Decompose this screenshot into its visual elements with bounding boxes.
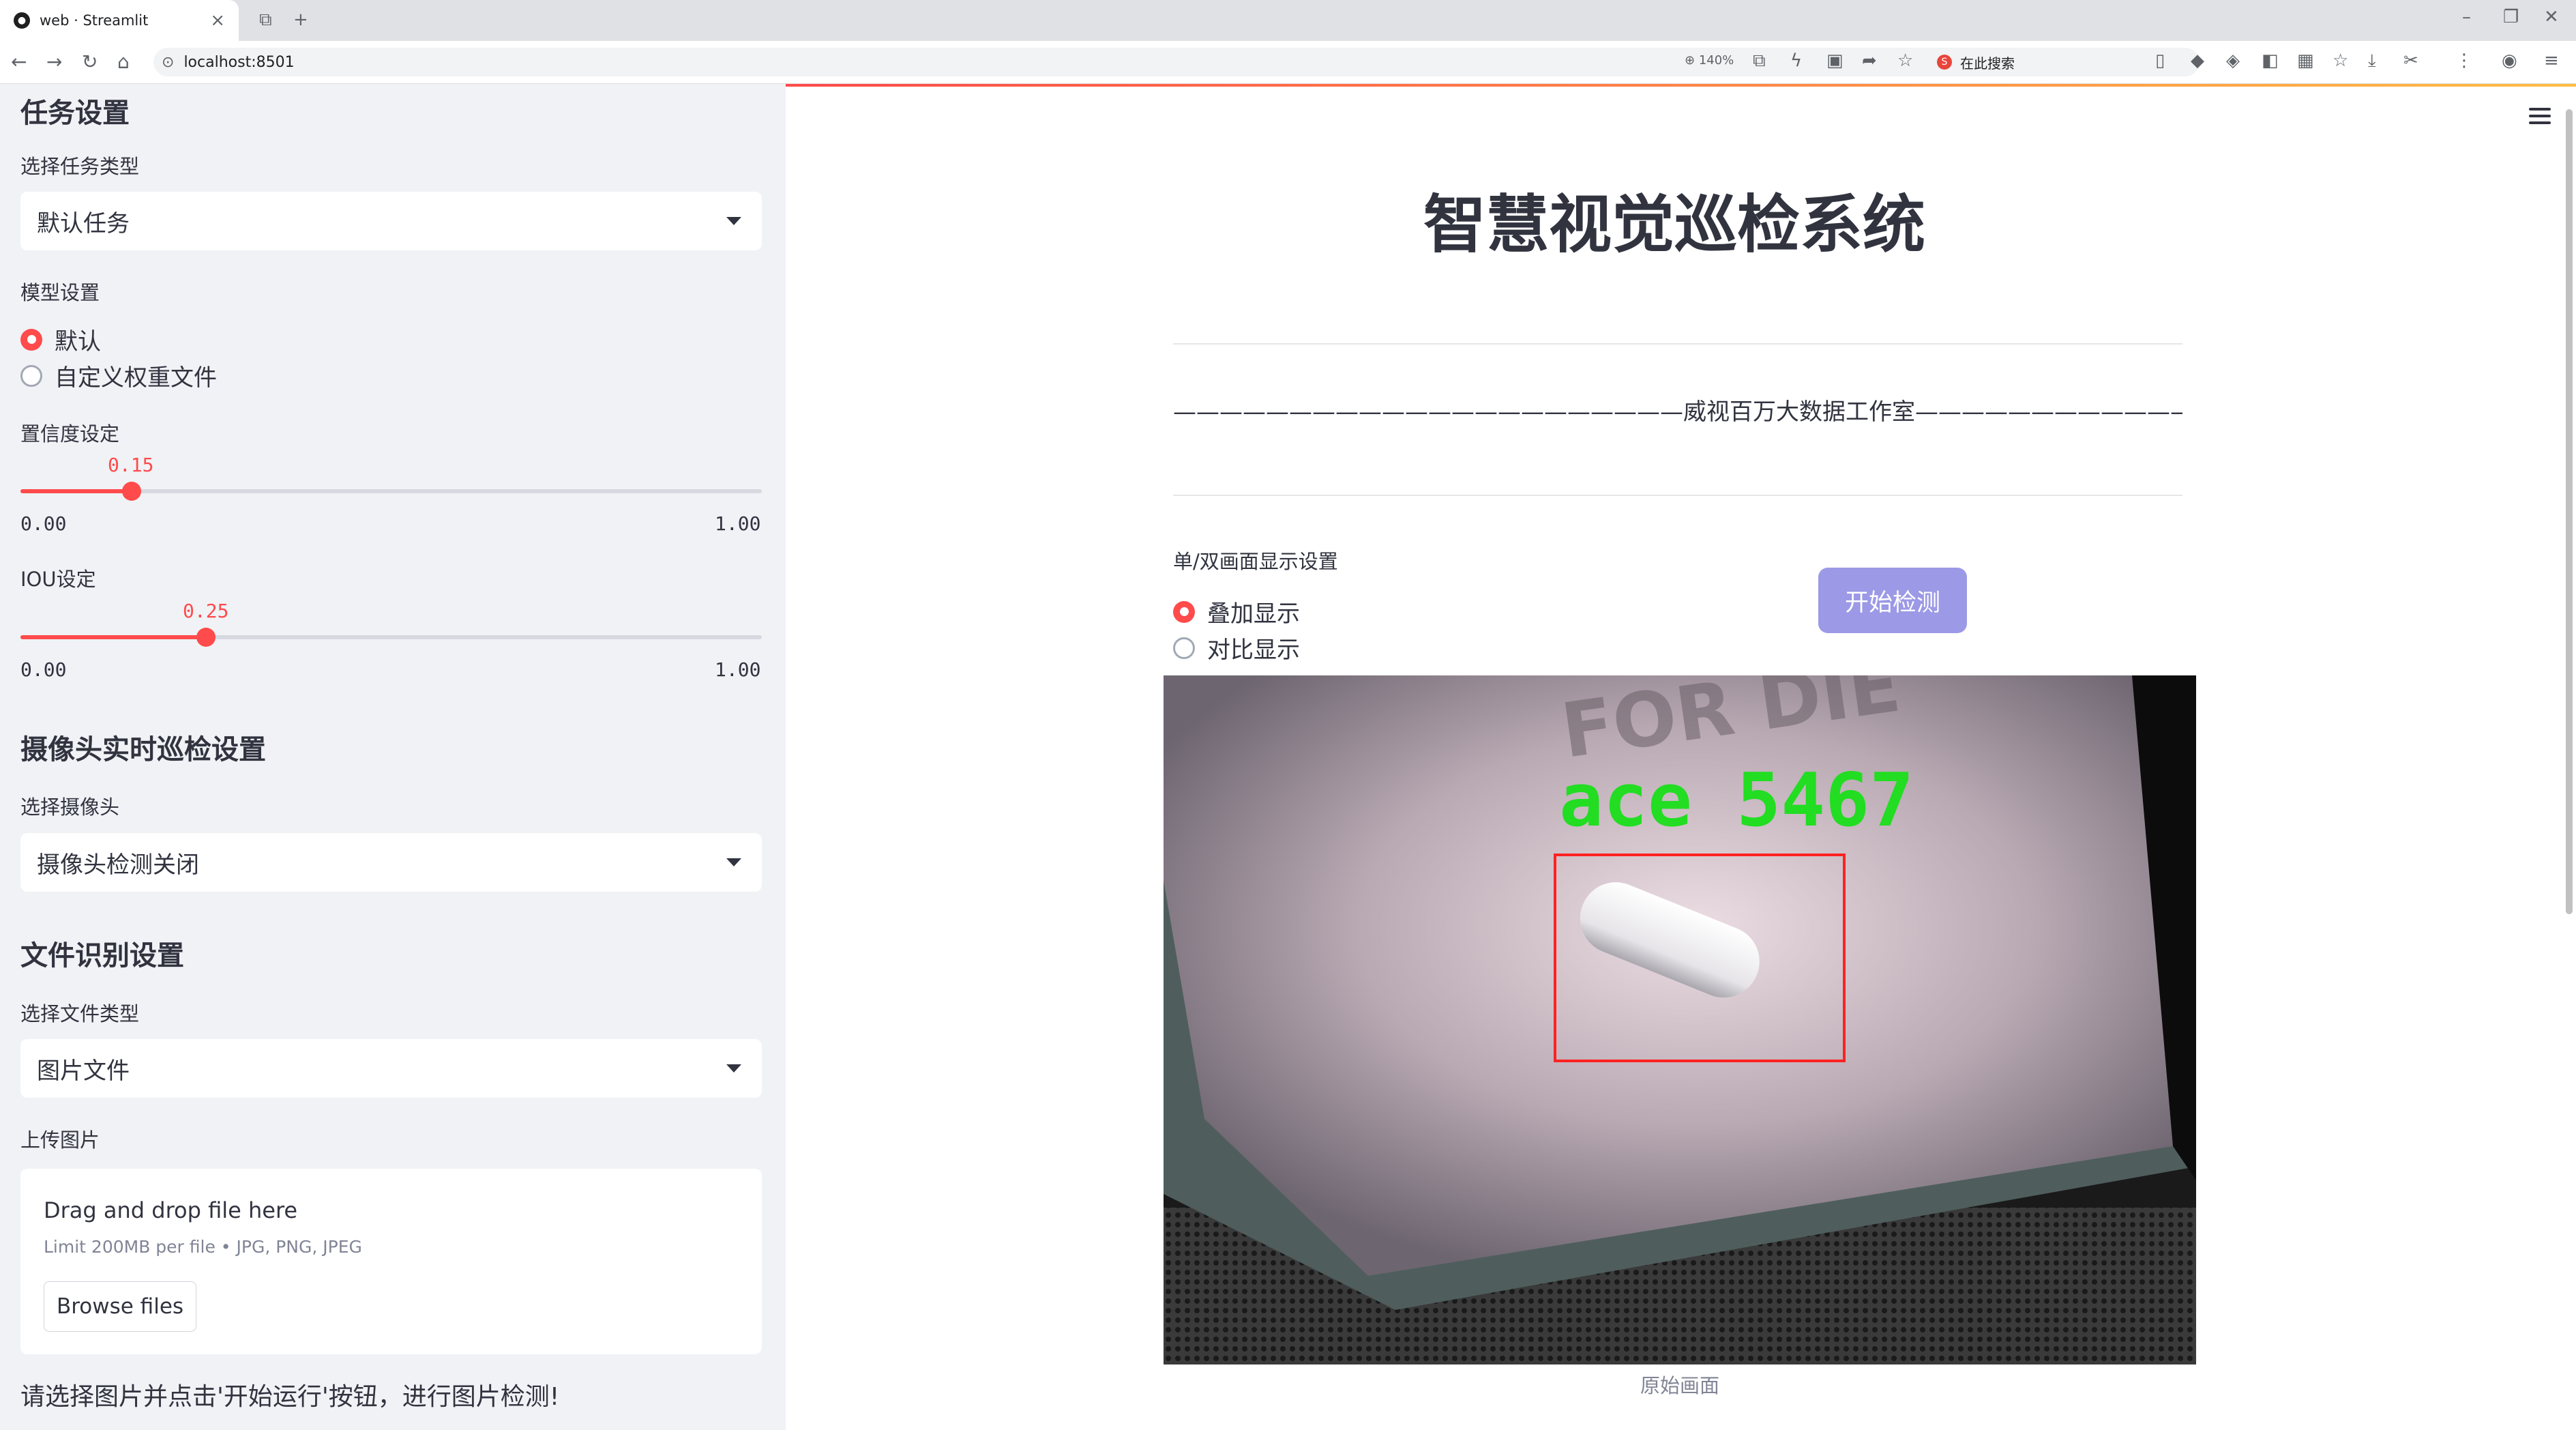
bookmark-star-icon[interactable]: ☆ — [1897, 50, 1913, 71]
tab-close-icon[interactable]: × — [210, 10, 225, 31]
confidence-slider-fill — [20, 489, 132, 493]
search-engine-icon: S — [1937, 55, 1952, 70]
window-close-icon[interactable]: ✕ — [2544, 7, 2559, 27]
reading-mode-icon[interactable]: ▯ — [2155, 50, 2165, 71]
profile-avatar-icon[interactable]: ◉ — [2502, 50, 2517, 71]
chevron-down-icon — [726, 217, 741, 225]
favorites-icon[interactable]: ☆ — [2333, 50, 2348, 71]
instruction-note: 请选择图片并点击'开始运行'按钮，进行图片检测! — [20, 1383, 560, 1411]
upload-label: 上传图片 — [20, 1128, 100, 1152]
radio-unselected-icon — [20, 364, 42, 387]
extension-4-icon[interactable]: ▦ — [2297, 50, 2314, 71]
scrollbar[interactable] — [2566, 109, 2573, 914]
radio-selected-icon — [20, 328, 42, 351]
confidence-min: 0.00 — [20, 512, 67, 535]
iou-slider-fill — [20, 635, 206, 639]
start-detection-button[interactable]: 开始检测 — [1818, 568, 1967, 633]
restore-icon[interactable]: ❐ — [2503, 7, 2519, 27]
dropzone-instructions: Drag and drop file here — [44, 1197, 298, 1223]
file-type-select[interactable]: 图片文件 — [20, 1039, 762, 1098]
extension-3-icon[interactable]: ◧ — [2262, 50, 2279, 71]
translate-icon[interactable]: ⧉ — [1753, 50, 1766, 72]
radio-selected-icon — [1173, 600, 1195, 623]
confidence-slider-thumb[interactable] — [122, 482, 141, 501]
model-option-custom[interactable]: 自定义权重文件 — [20, 359, 217, 392]
detection-label: ace 5467 — [1559, 758, 1914, 843]
lightning-icon[interactable]: ϟ — [1790, 50, 1802, 71]
file-type-value: 图片文件 — [37, 1057, 130, 1085]
chevron-down-icon — [726, 1064, 741, 1072]
model-option-default[interactable]: 默认 — [20, 323, 101, 356]
page-title: 智慧视觉巡检系统 — [1423, 188, 1925, 261]
more-menu-icon[interactable]: ⋮ — [2455, 50, 2473, 71]
image-caption: 原始画面 — [1640, 1374, 1719, 1397]
home-icon[interactable]: ⌂ — [117, 50, 130, 73]
zoom-indicator[interactable]: ⊕ 140% — [1685, 53, 1734, 68]
task-type-select[interactable]: 默认任务 — [20, 192, 762, 250]
radio-unselected-icon — [1173, 637, 1195, 659]
sidebar: 任务设置 选择任务类型 默认任务 模型设置 默认 自定义权重文件 置信度设定 0… — [0, 84, 786, 1430]
display-option-overlay[interactable]: 叠加显示 — [1173, 595, 1300, 628]
confidence-max: 1.00 — [715, 512, 761, 535]
extension-2-icon[interactable]: ◈ — [2226, 50, 2240, 71]
camera-value: 摄像头检测关闭 — [37, 851, 199, 879]
pill-photo: FOR DIE ace 5467 — [1164, 675, 2196, 1365]
task-settings-heading: 任务设置 — [20, 98, 130, 129]
reload-icon[interactable]: ↻ — [82, 50, 98, 73]
confidence-label: 置信度设定 — [20, 422, 120, 446]
back-icon[interactable]: ← — [11, 50, 27, 73]
task-type-label: 选择任务类型 — [20, 155, 140, 178]
site-info-icon[interactable]: ⊙ — [162, 54, 174, 71]
share-icon[interactable]: ➦ — [1862, 50, 1877, 71]
iou-label: IOU设定 — [20, 568, 96, 591]
display-mode-label: 单/双画面显示设置 — [1173, 550, 1338, 573]
tab-title: web · Streamlit — [40, 12, 149, 29]
forward-icon[interactable]: → — [46, 50, 62, 73]
file-dropzone[interactable]: Drag and drop file here Limit 200MB per … — [20, 1169, 762, 1354]
url-text: localhost:8501 — [183, 53, 295, 71]
camera-settings-heading: 摄像头实时巡检设置 — [20, 734, 266, 765]
cut-icon[interactable]: ✂ — [2403, 50, 2418, 71]
browser-menu-icon[interactable]: ≡ — [2544, 50, 2559, 71]
confidence-value: 0.15 — [108, 454, 154, 476]
task-type-value: 默认任务 — [37, 209, 130, 237]
tab-actions-icon[interactable]: ⧉ — [259, 10, 272, 31]
download-icon[interactable]: ⤓ — [2368, 50, 2376, 72]
iou-min: 0.00 — [20, 658, 67, 681]
detection-result-image: FOR DIE ace 5467 — [1164, 675, 2196, 1365]
file-type-label: 选择文件类型 — [20, 1002, 140, 1025]
divider-top — [1173, 343, 2182, 345]
camera-select[interactable]: 摄像头检测关闭 — [20, 833, 762, 892]
divider-bottom — [1173, 495, 2182, 496]
studio-line: ——————————————————————威视百万大数据工作室————————… — [1173, 398, 2182, 426]
model-label: 模型设置 — [20, 281, 100, 304]
screenshot-icon[interactable]: ▣ — [1826, 50, 1844, 71]
iou-max: 1.00 — [715, 658, 761, 681]
iou-slider-thumb[interactable] — [196, 628, 216, 647]
chevron-down-icon — [726, 858, 741, 866]
iou-slider[interactable] — [20, 628, 762, 647]
search-placeholder: 在此搜索 — [1960, 55, 2015, 72]
streamlit-favicon-icon: ● — [14, 12, 30, 29]
extension-1-icon[interactable]: ◆ — [2191, 50, 2204, 71]
dropzone-limits: Limit 200MB per file • JPG, PNG, JPEG — [44, 1237, 362, 1257]
streamlit-top-decoration — [786, 84, 2576, 87]
iou-value: 0.25 — [183, 600, 229, 622]
address-bar[interactable]: ⊙ localhost:8501 — [153, 48, 2200, 76]
search-box[interactable]: S 在此搜索 — [1937, 50, 2142, 74]
camera-label: 选择摄像头 — [20, 796, 120, 819]
browser-tab-bar: ● web · Streamlit × ⧉ + – ❐ ✕ — [0, 0, 2576, 41]
confidence-slider[interactable] — [20, 482, 762, 501]
hamburger-menu-icon[interactable] — [2529, 108, 2551, 128]
address-toolbar: ← → ↻ ⌂ ⊙ localhost:8501 ⊕ 140% ⧉ ϟ ▣ ➦ … — [0, 41, 2576, 84]
minimize-icon[interactable]: – — [2462, 7, 2471, 27]
new-tab-icon[interactable]: + — [293, 10, 308, 30]
browse-files-button[interactable]: Browse files — [44, 1281, 196, 1332]
browser-tab[interactable]: ● web · Streamlit × — [0, 0, 239, 41]
file-settings-heading: 文件识别设置 — [20, 940, 184, 972]
display-option-compare[interactable]: 对比显示 — [1173, 631, 1300, 665]
